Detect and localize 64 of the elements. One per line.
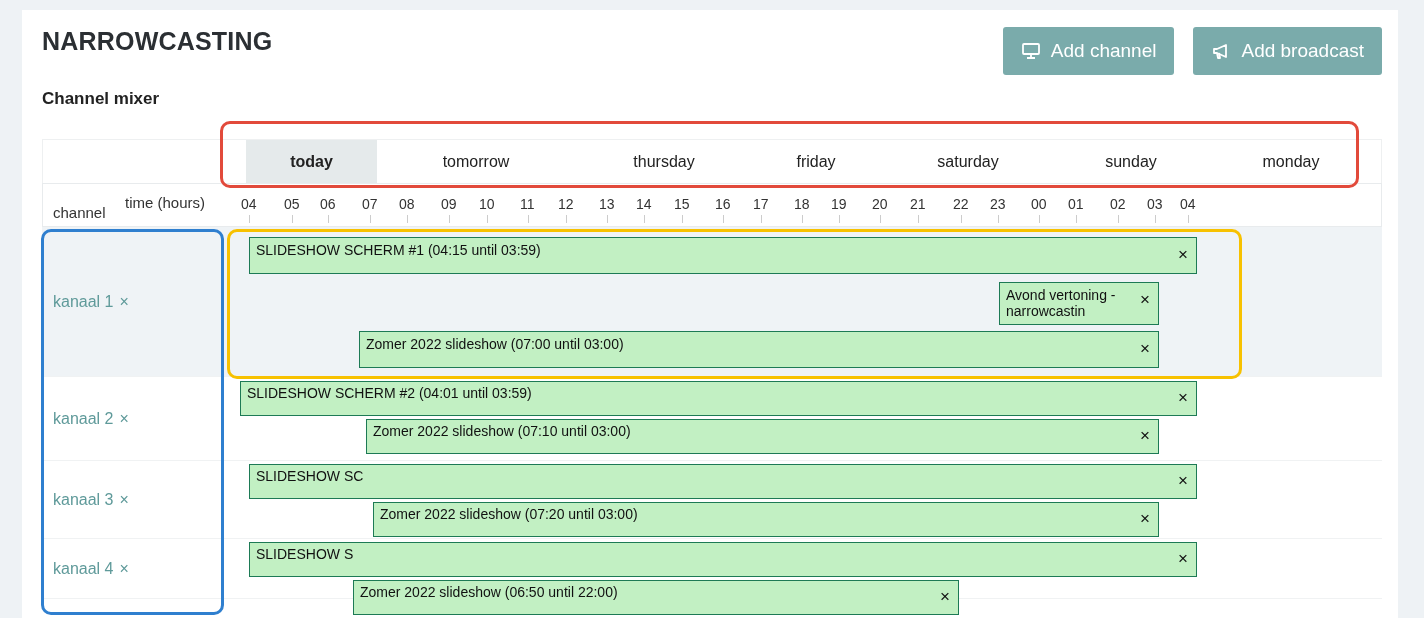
hour-label: 03 — [1147, 195, 1163, 215]
broadcast-bar[interactable]: SLIDESHOW SC × — [249, 464, 1197, 500]
day-tab[interactable]: thursday — [575, 140, 753, 184]
hour-label: 11 — [520, 195, 535, 215]
broadcast-title: Zomer 2022 slideshow (06:50 until 22:00) — [360, 584, 618, 602]
hour-label: 17 — [753, 195, 769, 215]
hour-label: 15 — [674, 195, 690, 215]
monitor-icon — [1020, 41, 1041, 61]
axis-label: time (hours) — [125, 193, 206, 214]
day-tab[interactable]: monday — [1205, 140, 1377, 184]
day-tab[interactable]: friday — [753, 140, 879, 184]
day-tab[interactable]: saturday — [879, 140, 1057, 184]
hour-label: 04 — [241, 195, 257, 215]
hour-label: 09 — [441, 195, 457, 215]
remove-broadcast-button[interactable]: × — [1178, 246, 1188, 264]
hour-label: 14 — [636, 195, 652, 215]
broadcast-bar[interactable]: SLIDESHOW SCHERM #1 (04:15 until 03:59) × — [249, 237, 1197, 275]
hour-label: 04 — [1180, 195, 1196, 215]
broadcast-bar[interactable]: Zomer 2022 slideshow (06:50 until 22:00) × — [353, 580, 959, 616]
hour-label: 19 — [831, 195, 847, 215]
hour-label: 16 — [715, 195, 731, 215]
broadcast-title: Zomer 2022 slideshow (07:00 until 03:00) — [366, 336, 624, 354]
broadcast-title: Avond vertoning - narrowcastin — [1006, 287, 1116, 320]
broadcast-bar[interactable]: Zomer 2022 slideshow (07:00 until 03:00) × — [359, 331, 1159, 369]
hour-label: 00 — [1031, 195, 1047, 215]
hour-label: 06 — [320, 195, 336, 215]
remove-broadcast-button[interactable]: × — [1178, 472, 1188, 490]
broadcast-title: SLIDESHOW S — [256, 546, 354, 564]
hour-label: 08 — [399, 195, 415, 215]
hour-label: 18 — [794, 195, 810, 215]
hour-label: 05 — [284, 195, 300, 215]
day-tab[interactable]: tomorrow — [377, 140, 575, 184]
remove-broadcast-button[interactable]: × — [1140, 427, 1150, 445]
page-title: NARROWCASTING — [42, 26, 273, 56]
hour-label: 13 — [599, 195, 615, 215]
remove-broadcast-button[interactable]: × — [1140, 510, 1150, 528]
hour-label: 01 — [1068, 195, 1084, 215]
remove-broadcast-button[interactable]: × — [940, 588, 950, 606]
broadcast-title: SLIDESHOW SCHERM #2 (04:01 until 03:59) — [247, 385, 532, 403]
day-tab[interactable]: sunday — [1057, 140, 1205, 184]
hour-label: 12 — [558, 195, 574, 215]
broadcast-bar[interactable]: SLIDESHOW S × — [249, 542, 1197, 578]
broadcast-bar[interactable]: SLIDESHOW SCHERM #2 (04:01 until 03:59) × — [240, 381, 1197, 417]
hour-label: 10 — [479, 195, 495, 215]
hour-label: 21 — [910, 195, 926, 215]
hour-label: 23 — [990, 195, 1006, 215]
broadcast-bar[interactable]: Zomer 2022 slideshow (07:10 until 03:00) × — [366, 419, 1159, 455]
broadcast-title: Zomer 2022 slideshow (07:20 until 03:00) — [380, 506, 638, 524]
remove-broadcast-button[interactable]: × — [1178, 389, 1188, 407]
hour-label: 07 — [362, 195, 378, 215]
broadcast-title: SLIDESHOW SCHERM #1 (04:15 until 03:59) — [256, 242, 541, 260]
broadcast-bar[interactable]: Avond vertoning - narrowcastin × — [999, 282, 1159, 326]
remove-broadcast-button[interactable]: × — [1140, 340, 1150, 358]
axis-label: channel — [53, 203, 106, 224]
section-title: Channel mixer — [42, 89, 161, 110]
remove-broadcast-button[interactable]: × — [1178, 550, 1188, 568]
broadcast-title: Zomer 2022 slideshow (07:10 until 03:00) — [373, 423, 631, 441]
hour-label: 22 — [953, 195, 969, 215]
broadcast-bar[interactable]: Zomer 2022 slideshow (07:20 until 03:00) × — [373, 502, 1159, 538]
broadcast-title: SLIDESHOW SC — [256, 468, 364, 486]
remove-broadcast-button[interactable]: × — [1140, 291, 1150, 309]
hour-label: 20 — [872, 195, 888, 215]
day-tab[interactable]: today — [246, 140, 377, 184]
hour-label: 02 — [1110, 195, 1126, 215]
